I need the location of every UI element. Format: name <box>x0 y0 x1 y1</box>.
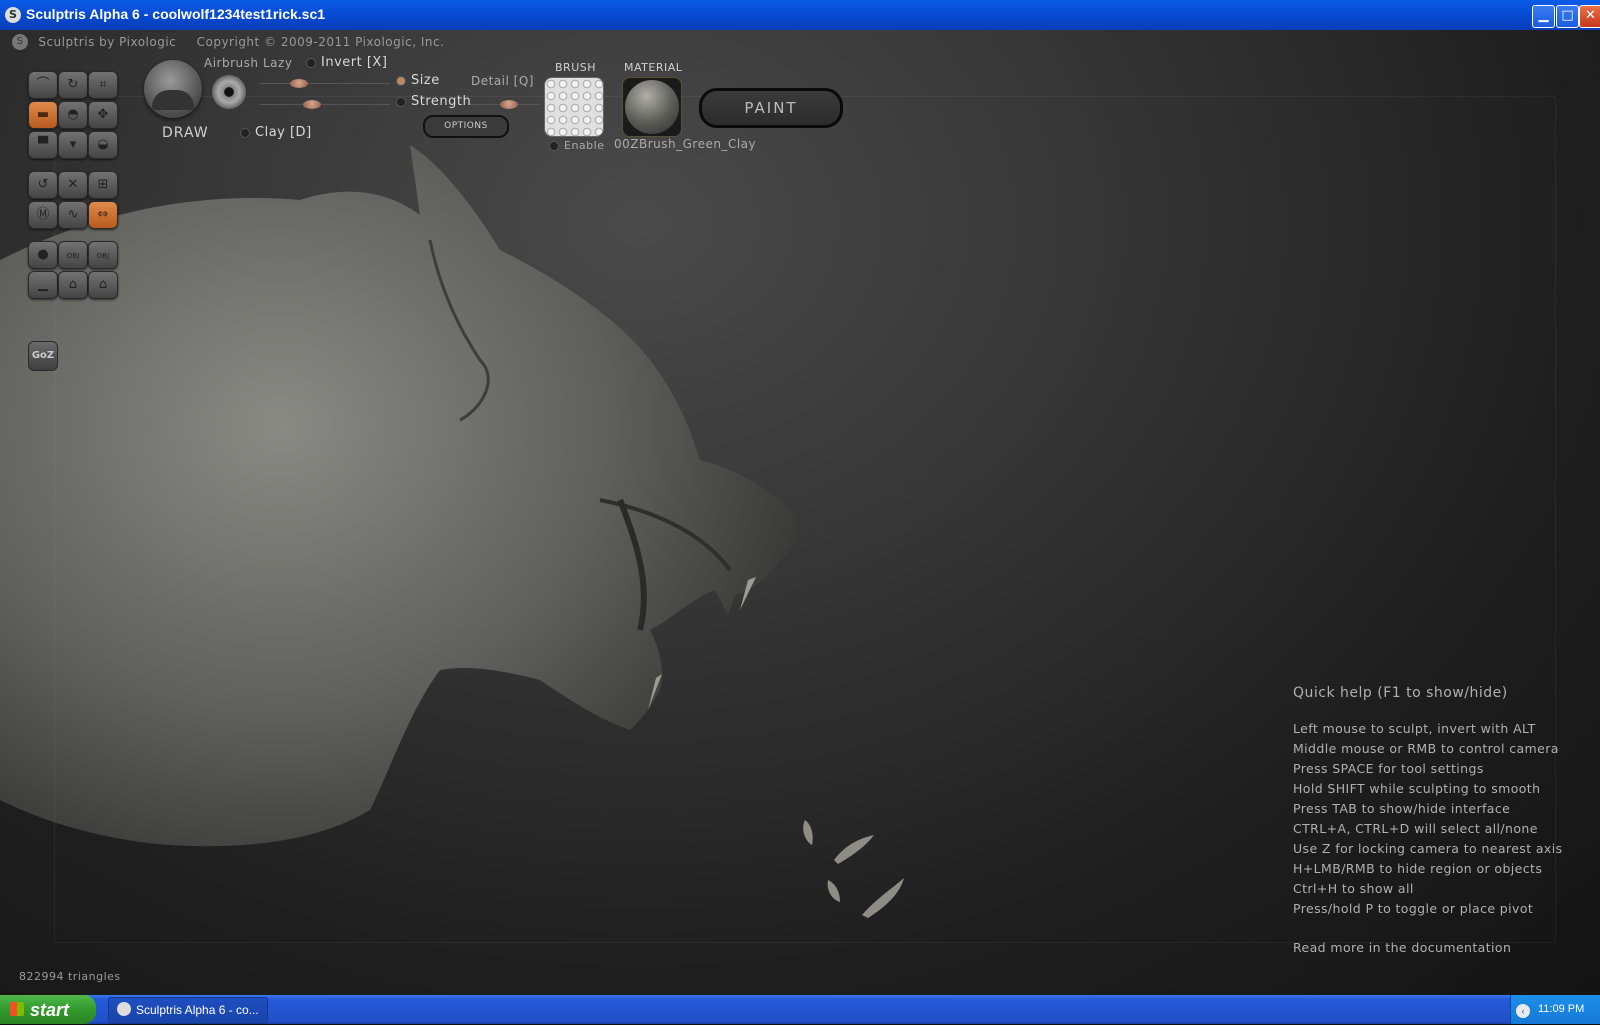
import-obj-icon[interactable]: OBJ <box>58 241 88 269</box>
sphere-icon[interactable]: ● <box>28 241 58 269</box>
invert-toggle[interactable]: Invert [X] <box>306 55 387 70</box>
start-button[interactable]: start <box>0 995 96 1024</box>
detail-slider-knob[interactable] <box>499 100 518 109</box>
close-button[interactable]: ✕ <box>1579 5 1600 28</box>
size-label: Size <box>411 73 440 88</box>
sculpt-viewport[interactable]: S Sculptris by Pixologic Copyright © 200… <box>0 30 1600 995</box>
paint-button[interactable]: PAINT <box>699 88 843 128</box>
copyright-text: Copyright © 2009-2011 Pixologic, Inc. <box>196 35 445 49</box>
brush-texture-label: BRUSH <box>555 61 596 74</box>
grid-icon[interactable]: ⊞ <box>88 171 118 199</box>
goz-button[interactable]: GoZ <box>28 341 58 371</box>
symmetry-icon[interactable]: ⇔ <box>88 201 118 229</box>
app-header: S Sculptris by Pixologic Copyright © 200… <box>12 34 444 50</box>
open-icon[interactable]: ⌂ <box>58 271 88 299</box>
start-label: start <box>30 999 70 1020</box>
export-obj-icon[interactable]: OBJ <box>88 241 118 269</box>
import-obj-label: OBJ <box>66 252 80 260</box>
windows-taskbar: start Sculptris Alpha 6 - co... ‹ 11:09 P… <box>0 995 1600 1024</box>
material-label: MATERIAL <box>624 61 683 74</box>
quick-help-line: Press/hold P to toggle or place pivot <box>1293 901 1534 916</box>
quick-help-line: Left mouse to sculpt, invert with ALT <box>1293 721 1536 736</box>
detail-label: Detail [Q] <box>471 74 534 88</box>
crease-icon[interactable]: ◒ <box>88 131 118 159</box>
brush-texture-swatch[interactable] <box>544 77 604 137</box>
inflate-icon[interactable]: ◓ <box>58 101 88 129</box>
enable-radio-icon[interactable] <box>549 141 559 151</box>
mask-icon[interactable]: Ⓜ <box>28 201 58 229</box>
plane-icon[interactable]: ▁ <box>28 271 58 299</box>
quick-help-line: Press SPACE for tool settings <box>1293 761 1484 776</box>
airbrush-label: Airbrush <box>204 56 259 70</box>
rotate-icon[interactable]: ⌒ <box>28 71 58 99</box>
clock[interactable]: 11:09 PM <box>1538 1003 1584 1015</box>
strength-radio-icon[interactable] <box>396 96 406 107</box>
size-control[interactable]: Size <box>396 73 440 88</box>
minimize-button[interactable]: ▁ <box>1532 5 1555 28</box>
enable-label: Enable <box>564 139 605 152</box>
save-icon[interactable]: ⌂ <box>88 271 118 299</box>
window-title: Sculptris Alpha 6 - coolwolf1234test1ric… <box>26 6 326 22</box>
move-icon[interactable]: ✥ <box>88 101 118 129</box>
material-name: 00ZBrush_Green_Clay <box>614 137 757 151</box>
size-radio-icon[interactable] <box>396 75 406 86</box>
crop-icon[interactable]: ⌗ <box>88 71 118 99</box>
rotate-icon[interactable]: ↻ <box>58 71 88 99</box>
quick-help-line: CTRL+A, CTRL+D will select all/none <box>1293 821 1538 836</box>
quick-help-line: Use Z for locking camera to nearest axis <box>1293 841 1563 856</box>
documentation-link[interactable]: Read more in the documentation <box>1293 940 1563 955</box>
strength-label: Strength <box>411 94 472 109</box>
size-slider-knob[interactable] <box>290 79 308 88</box>
reduce-brush-icon[interactable]: ✕ <box>58 171 88 199</box>
strength-slider-track[interactable] <box>260 104 390 105</box>
quick-help-line: Ctrl+H to show all <box>1293 881 1414 896</box>
draw-tool-icon[interactable]: ▬ <box>28 101 58 129</box>
brand-text: Sculptris by Pixologic <box>38 35 177 49</box>
quick-help-panel: Quick help (F1 to show/hide) Left mouse … <box>1293 685 1563 955</box>
matcap-sphere-icon <box>625 80 679 134</box>
invert-radio-icon[interactable] <box>306 57 316 68</box>
system-tray: ‹ 11:09 PM <box>1510 995 1600 1024</box>
size-slider-track[interactable] <box>260 83 390 84</box>
brush-preview-icon[interactable] <box>144 60 202 118</box>
taskbar-item-sculptris[interactable]: Sculptris Alpha 6 - co... <box>108 997 268 1024</box>
maximize-button[interactable]: □ <box>1556 5 1579 28</box>
pixologic-logo-icon: S <box>12 34 28 50</box>
lazy-label: Lazy <box>263 56 293 70</box>
strength-slider-knob[interactable] <box>303 100 321 109</box>
taskbar-item-label: Sculptris Alpha 6 - co... <box>136 1003 259 1017</box>
flatten-icon[interactable]: ▀ <box>28 131 58 159</box>
airbrush-toggle-icon[interactable] <box>212 75 246 109</box>
quick-help-line: Middle mouse or RMB to control camera <box>1293 741 1559 756</box>
strength-control[interactable]: Strength <box>396 94 471 109</box>
grab-icon[interactable]: ↺ <box>28 171 58 199</box>
triangle-count: 822994 triangles <box>19 970 121 983</box>
invert-label: Invert [X] <box>321 55 388 70</box>
tool-name: DRAW <box>162 125 209 141</box>
quick-help-line: Hold SHIFT while sculpting to smooth <box>1293 781 1541 796</box>
clay-label: Clay [D] <box>255 125 312 140</box>
options-button[interactable]: OPTIONS <box>423 115 509 138</box>
clay-toggle[interactable]: Clay [D] <box>240 125 312 140</box>
reduce-selection-icon[interactable]: ∿ <box>58 201 88 229</box>
quick-help-line: Press TAB to show/hide interface <box>1293 801 1511 816</box>
sculptris-task-icon <box>117 1002 131 1016</box>
quick-help-line: H+LMB/RMB to hide region or objects <box>1293 861 1543 876</box>
brush-enable-toggle[interactable]: Enable <box>549 139 604 152</box>
sculptris-app-icon[interactable]: S <box>5 7 21 23</box>
material-swatch[interactable] <box>622 77 682 137</box>
tray-expand-icon[interactable]: ‹ <box>1516 1004 1530 1018</box>
quick-help-title: Quick help (F1 to show/hide) <box>1293 685 1508 701</box>
export-obj-label: OBJ <box>96 252 110 260</box>
pinch-icon[interactable]: ▾ <box>58 131 88 159</box>
window-titlebar[interactable]: S Sculptris Alpha 6 - coolwolf1234test1r… <box>0 0 1600 30</box>
clay-radio-icon[interactable] <box>240 127 250 138</box>
windows-flag-icon <box>10 1002 24 1016</box>
